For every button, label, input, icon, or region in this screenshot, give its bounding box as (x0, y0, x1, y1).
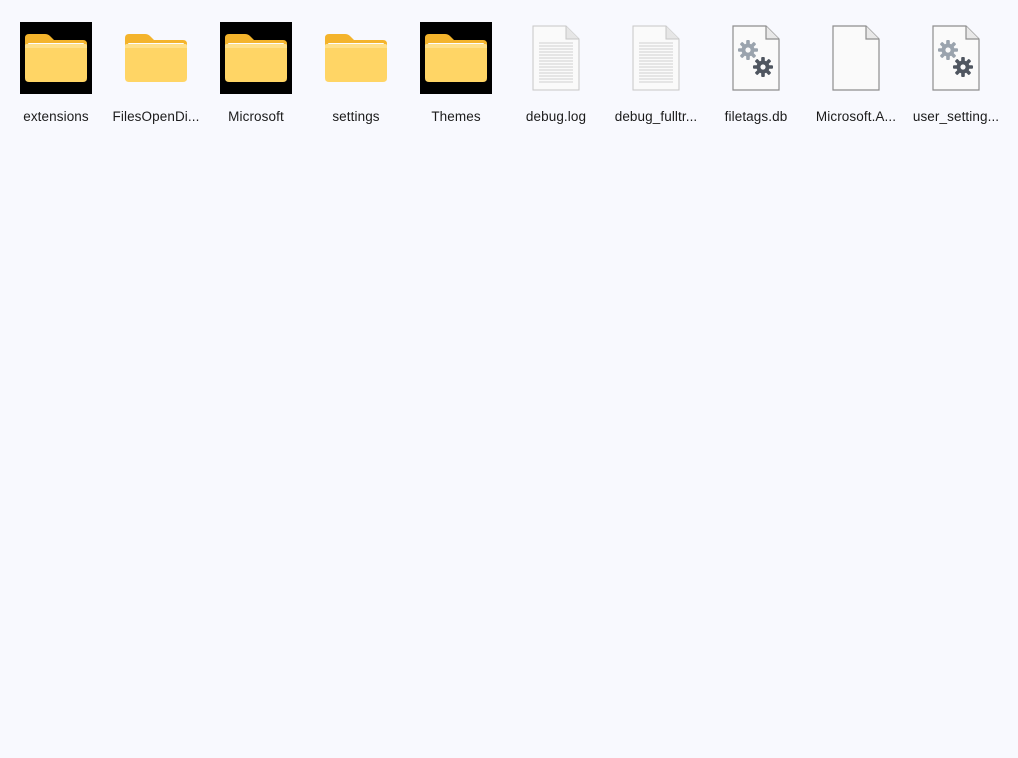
file-item-microsoft[interactable]: Microsoft (206, 6, 306, 142)
file-item-filetags-db[interactable]: filetags.db (706, 6, 806, 142)
folder-icon (420, 22, 492, 94)
file-name: Microsoft (228, 109, 284, 124)
file-grid: extensions FilesOpenDi... Microsoft sett… (6, 6, 1018, 758)
settings-file-icon (920, 22, 992, 94)
folder-icon (320, 22, 392, 94)
file-name: settings (332, 109, 380, 124)
file-name: debug.log (525, 109, 587, 124)
file-item-settings[interactable]: settings (306, 6, 406, 142)
folder-icon (20, 22, 92, 94)
file-name: debug_fulltr... (614, 109, 698, 124)
folder-icon (120, 22, 192, 94)
file-name: user_setting... (912, 109, 1000, 124)
text-document-icon (520, 22, 592, 94)
file-item-themes[interactable]: Themes (406, 6, 506, 142)
file-item-debug-fulltrace[interactable]: debug_fulltr... (606, 6, 706, 142)
file-item-extensions[interactable]: extensions (6, 6, 106, 142)
folder-icon (220, 22, 292, 94)
file-name: Themes (431, 109, 481, 124)
file-name: Microsoft.A... (815, 109, 897, 124)
settings-file-icon (720, 22, 792, 94)
file-item-user-settings[interactable]: user_setting... (906, 6, 1006, 142)
file-name: FilesOpenDi... (112, 109, 200, 124)
file-name: extensions (23, 109, 89, 124)
file-item-microsoft-a[interactable]: Microsoft.A... (806, 6, 906, 142)
file-item-debug-log[interactable]: debug.log (506, 6, 606, 142)
text-document-icon (620, 22, 692, 94)
file-name: filetags.db (724, 109, 788, 124)
blank-file-icon (820, 22, 892, 94)
file-item-filesopendi[interactable]: FilesOpenDi... (106, 6, 206, 142)
